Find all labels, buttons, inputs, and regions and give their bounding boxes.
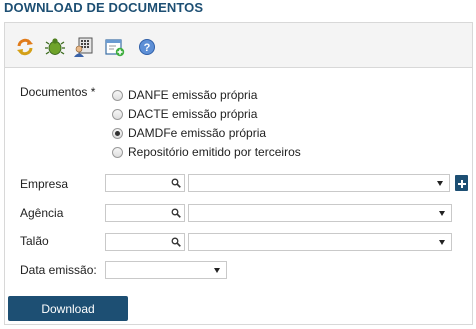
refresh-icon[interactable] — [15, 37, 35, 57]
empresa-search-field[interactable] — [105, 174, 185, 192]
documentos-label: Documentos * — [20, 85, 96, 99]
radio-dacte-label: DACTE emissão própria — [128, 107, 258, 121]
radio-damdfe-control[interactable] — [112, 127, 123, 139]
add-window-icon[interactable] — [105, 37, 125, 57]
svg-text:?: ? — [144, 42, 151, 54]
download-button[interactable]: Download — [8, 296, 128, 321]
chevron-down-icon — [214, 268, 220, 273]
radio-repositorio[interactable]: Repositório emitido por terceiros — [112, 144, 301, 160]
chevron-down-icon — [439, 211, 445, 216]
radio-dacte[interactable]: DACTE emissão própria — [112, 106, 257, 122]
empresa-select[interactable] — [188, 174, 450, 192]
talao-search-field[interactable] — [105, 233, 185, 251]
add-empresa-button[interactable] — [455, 175, 468, 191]
page-title: DOWNLOAD DE DOCUMENTOS — [4, 0, 204, 15]
radio-danfe[interactable]: DANFE emissão própria — [112, 87, 257, 103]
search-icon[interactable] — [171, 237, 181, 247]
help-icon[interactable]: ? — [137, 37, 157, 57]
bug-icon[interactable] — [45, 37, 65, 57]
chevron-down-icon — [439, 240, 445, 245]
calculator-user-icon[interactable] — [74, 37, 94, 57]
talao-search-input[interactable] — [106, 234, 174, 250]
radio-dacte-control[interactable] — [112, 108, 123, 120]
data-emissao-label: Data emissão: — [20, 263, 97, 277]
data-emissao-select[interactable] — [105, 261, 227, 279]
radio-damdfe-label: DAMDFe emissão própria — [128, 126, 267, 140]
chevron-down-icon — [437, 181, 443, 186]
empresa-label: Empresa — [20, 177, 69, 191]
radio-danfe-label: DANFE emissão própria — [128, 88, 258, 102]
empresa-search-input[interactable] — [106, 175, 174, 191]
radio-danfe-control[interactable] — [112, 89, 123, 101]
agencia-search-input[interactable] — [106, 205, 174, 221]
agencia-label: Agência — [20, 206, 64, 220]
toolbar: ? — [5, 23, 472, 68]
form-panel: ? Documentos * DANFE emissão própria DAC… — [4, 22, 473, 325]
radio-repositorio-control[interactable] — [112, 146, 123, 158]
talao-label: Talão — [20, 234, 49, 248]
agencia-search-field[interactable] — [105, 204, 185, 222]
search-icon[interactable] — [171, 178, 181, 188]
radio-damdfe[interactable]: DAMDFe emissão própria — [112, 125, 266, 141]
radio-repositorio-label: Repositório emitido por terceiros — [128, 145, 301, 159]
agencia-select[interactable] — [188, 204, 452, 222]
search-icon[interactable] — [171, 208, 181, 218]
talao-select[interactable] — [188, 233, 452, 251]
